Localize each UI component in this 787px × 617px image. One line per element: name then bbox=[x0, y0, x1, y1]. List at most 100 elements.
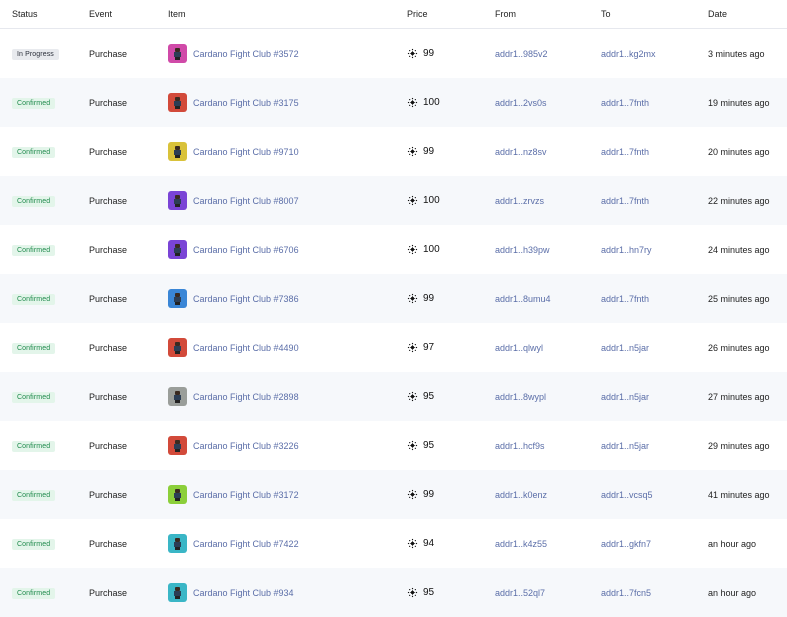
to-address-link[interactable]: addr1..n5jar bbox=[601, 392, 649, 402]
ada-currency-icon bbox=[407, 195, 418, 206]
nft-thumbnail[interactable] bbox=[168, 338, 187, 357]
nft-thumbnail[interactable] bbox=[168, 142, 187, 161]
table-row[interactable]: Confirmed Purchase Cardano Fight Club #7… bbox=[0, 519, 787, 568]
header-status[interactable]: Status bbox=[0, 9, 89, 19]
from-address-link[interactable]: addr1..k0enz bbox=[495, 490, 547, 500]
to-address-link[interactable]: addr1..hn7ry bbox=[601, 245, 652, 255]
item-cell[interactable]: Cardano Fight Club #3175 bbox=[168, 93, 407, 112]
to-address-link[interactable]: addr1..gkfn7 bbox=[601, 539, 651, 549]
status-badge: Confirmed bbox=[12, 587, 56, 599]
item-name-link[interactable]: Cardano Fight Club #3175 bbox=[193, 98, 299, 108]
table-row[interactable]: Confirmed Purchase Cardano Fight Club #8… bbox=[0, 176, 787, 225]
item-name-link[interactable]: Cardano Fight Club #4490 bbox=[193, 343, 299, 353]
item-cell[interactable]: Cardano Fight Club #7386 bbox=[168, 289, 407, 308]
ada-currency-icon bbox=[407, 587, 418, 598]
table-row[interactable]: Confirmed Purchase Cardano Fight Club #6… bbox=[0, 225, 787, 274]
table-row[interactable]: Confirmed Purchase Cardano Fight Club #7… bbox=[0, 274, 787, 323]
price-value: 100 bbox=[423, 97, 440, 108]
price-cell: 100 bbox=[407, 244, 495, 255]
to-address-link[interactable]: addr1..kg2mx bbox=[601, 49, 656, 59]
price-cell: 95 bbox=[407, 587, 495, 598]
header-price[interactable]: Price bbox=[407, 9, 495, 19]
event-date: 26 minutes ago bbox=[708, 342, 770, 353]
header-item[interactable]: Item bbox=[168, 9, 407, 19]
from-address-link[interactable]: addr1..h39pw bbox=[495, 245, 550, 255]
table-row[interactable]: Confirmed Purchase Cardano Fight Club #3… bbox=[0, 421, 787, 470]
table-row[interactable]: Confirmed Purchase Cardano Fight Club #9… bbox=[0, 568, 787, 617]
from-address-link[interactable]: addr1..52ql7 bbox=[495, 588, 545, 598]
price-value: 94 bbox=[423, 538, 435, 549]
header-event[interactable]: Event bbox=[89, 9, 168, 19]
from-address-link[interactable]: addr1..8wypl bbox=[495, 392, 546, 402]
item-name-link[interactable]: Cardano Fight Club #934 bbox=[193, 588, 294, 598]
table-row[interactable]: Confirmed Purchase Cardano Fight Club #4… bbox=[0, 323, 787, 372]
item-cell[interactable]: Cardano Fight Club #4490 bbox=[168, 338, 407, 357]
to-address-link[interactable]: addr1..7fnth bbox=[601, 294, 649, 304]
price-cell: 99 bbox=[407, 293, 495, 304]
from-address-link[interactable]: addr1..k4z55 bbox=[495, 539, 547, 549]
item-name-link[interactable]: Cardano Fight Club #3226 bbox=[193, 441, 299, 451]
ada-currency-icon bbox=[407, 48, 418, 59]
table-row[interactable]: Confirmed Purchase Cardano Fight Club #2… bbox=[0, 372, 787, 421]
item-name-link[interactable]: Cardano Fight Club #7386 bbox=[193, 294, 299, 304]
item-name-link[interactable]: Cardano Fight Club #3172 bbox=[193, 490, 299, 500]
fighter-figure-icon bbox=[174, 146, 181, 158]
from-address-link[interactable]: addr1..hcf9s bbox=[495, 441, 545, 451]
price-cell: 100 bbox=[407, 195, 495, 206]
item-name-link[interactable]: Cardano Fight Club #7422 bbox=[193, 539, 299, 549]
to-address-link[interactable]: addr1..vcsq5 bbox=[601, 490, 653, 500]
to-address-link[interactable]: addr1..n5jar bbox=[601, 343, 649, 353]
table-row[interactable]: Confirmed Purchase Cardano Fight Club #3… bbox=[0, 78, 787, 127]
from-address-link[interactable]: addr1..8umu4 bbox=[495, 294, 551, 304]
nft-thumbnail[interactable] bbox=[168, 44, 187, 63]
nft-thumbnail[interactable] bbox=[168, 436, 187, 455]
ada-currency-icon bbox=[407, 538, 418, 549]
event-type: Purchase bbox=[89, 48, 128, 59]
to-address-link[interactable]: addr1..7fnth bbox=[601, 147, 649, 157]
item-cell[interactable]: Cardano Fight Club #3572 bbox=[168, 44, 407, 63]
from-address-link[interactable]: addr1..985v2 bbox=[495, 49, 548, 59]
header-from[interactable]: From bbox=[495, 9, 601, 19]
header-date[interactable]: Date bbox=[708, 9, 787, 19]
item-name-link[interactable]: Cardano Fight Club #9710 bbox=[193, 147, 299, 157]
fighter-figure-icon bbox=[174, 48, 181, 60]
price-cell: 95 bbox=[407, 440, 495, 451]
item-cell[interactable]: Cardano Fight Club #934 bbox=[168, 583, 407, 602]
item-cell[interactable]: Cardano Fight Club #8007 bbox=[168, 191, 407, 210]
item-name-link[interactable]: Cardano Fight Club #2898 bbox=[193, 392, 299, 402]
item-name-link[interactable]: Cardano Fight Club #3572 bbox=[193, 49, 299, 59]
from-address-link[interactable]: addr1..2vs0s bbox=[495, 98, 547, 108]
ada-currency-icon bbox=[407, 342, 418, 353]
nft-thumbnail[interactable] bbox=[168, 240, 187, 259]
ada-currency-icon bbox=[407, 391, 418, 402]
table-row[interactable]: Confirmed Purchase Cardano Fight Club #9… bbox=[0, 127, 787, 176]
item-cell[interactable]: Cardano Fight Club #7422 bbox=[168, 534, 407, 553]
nft-thumbnail[interactable] bbox=[168, 191, 187, 210]
nft-thumbnail[interactable] bbox=[168, 583, 187, 602]
item-cell[interactable]: Cardano Fight Club #3172 bbox=[168, 485, 407, 504]
item-cell[interactable]: Cardano Fight Club #2898 bbox=[168, 387, 407, 406]
event-date: 24 minutes ago bbox=[708, 244, 770, 255]
from-address-link[interactable]: addr1..qlwyl bbox=[495, 343, 543, 353]
nft-thumbnail[interactable] bbox=[168, 387, 187, 406]
table-row[interactable]: In Progress Purchase Cardano Fight Club … bbox=[0, 29, 787, 78]
nft-thumbnail[interactable] bbox=[168, 534, 187, 553]
header-to[interactable]: To bbox=[601, 9, 708, 19]
event-date: 3 minutes ago bbox=[708, 48, 765, 59]
item-cell[interactable]: Cardano Fight Club #9710 bbox=[168, 142, 407, 161]
table-row[interactable]: Confirmed Purchase Cardano Fight Club #3… bbox=[0, 470, 787, 519]
item-name-link[interactable]: Cardano Fight Club #8007 bbox=[193, 196, 299, 206]
nft-thumbnail[interactable] bbox=[168, 289, 187, 308]
from-address-link[interactable]: addr1..zrvzs bbox=[495, 196, 544, 206]
to-address-link[interactable]: addr1..n5jar bbox=[601, 441, 649, 451]
item-cell[interactable]: Cardano Fight Club #6706 bbox=[168, 240, 407, 259]
to-address-link[interactable]: addr1..7fnth bbox=[601, 196, 649, 206]
to-address-link[interactable]: addr1..7fcn5 bbox=[601, 588, 651, 598]
status-badge: Confirmed bbox=[12, 440, 56, 452]
item-name-link[interactable]: Cardano Fight Club #6706 bbox=[193, 245, 299, 255]
item-cell[interactable]: Cardano Fight Club #3226 bbox=[168, 436, 407, 455]
to-address-link[interactable]: addr1..7fnth bbox=[601, 98, 649, 108]
nft-thumbnail[interactable] bbox=[168, 93, 187, 112]
from-address-link[interactable]: addr1..nz8sv bbox=[495, 147, 547, 157]
nft-thumbnail[interactable] bbox=[168, 485, 187, 504]
